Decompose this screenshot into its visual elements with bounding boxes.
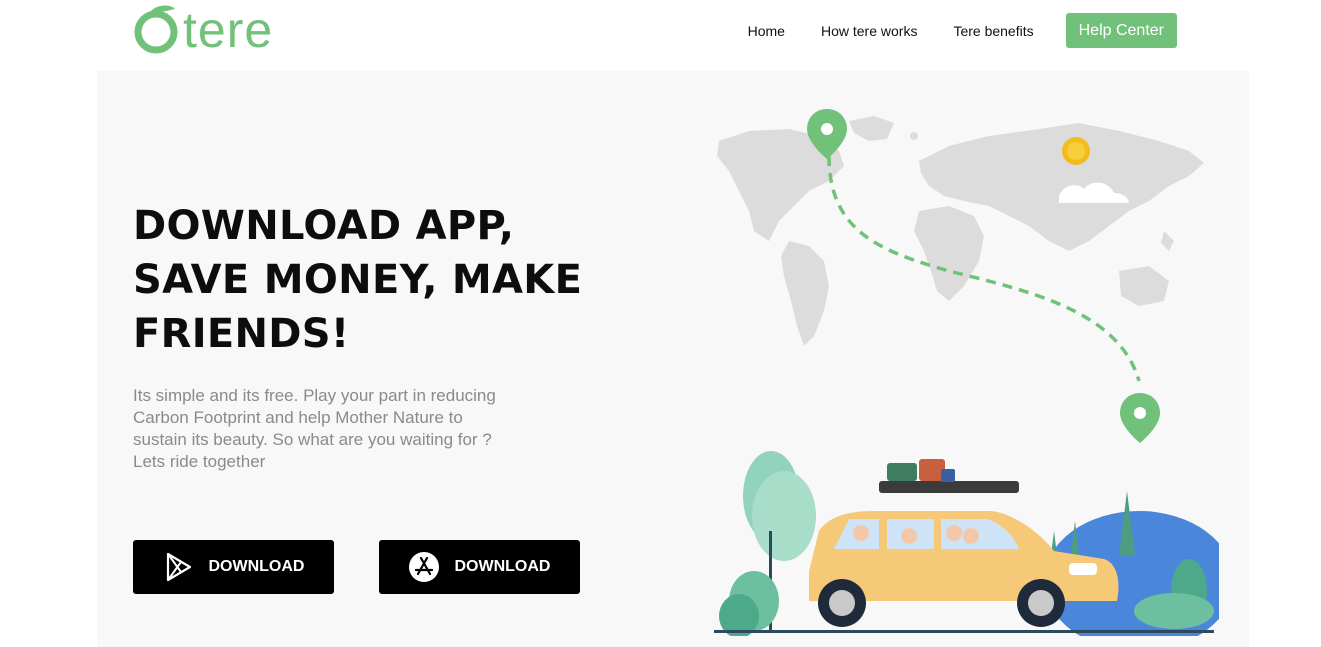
hero-subtitle: Its simple and its free. Play your part … xyxy=(133,385,563,473)
main-nav: Home How tere works Tere benefits Help C… xyxy=(748,13,1177,48)
nav-how-link[interactable]: How tere works xyxy=(821,14,917,48)
headline-line: SAVE MONEY, MAKE xyxy=(133,257,583,303)
download-play-store-button[interactable]: DOWNLOAD xyxy=(133,540,334,594)
download-apple-label: DOWNLOAD xyxy=(454,558,551,575)
circle-leaf-icon xyxy=(134,5,178,54)
site-header: tere Home How tere works Tere benefits H… xyxy=(0,0,1321,70)
subtitle-line: Its simple and its free. Play your part … xyxy=(133,386,496,405)
logo-wordmark: tere xyxy=(183,2,274,58)
help-center-button[interactable]: Help Center xyxy=(1065,13,1177,48)
app-store-icon xyxy=(408,552,439,582)
nav-benefits-link[interactable]: Tere benefits xyxy=(953,14,1033,48)
headline-line: DOWNLOAD APP, xyxy=(133,203,515,249)
hero-headline: DOWNLOAD APP, SAVE MONEY, MAKE FRIENDS! xyxy=(133,199,613,361)
subtitle-line: sustain its beauty. So what are you wait… xyxy=(133,430,492,449)
download-app-store-button[interactable]: DOWNLOAD xyxy=(379,540,580,594)
brand-logo[interactable]: tere xyxy=(133,4,298,56)
ground-line xyxy=(714,630,1214,633)
subtitle-line: Carbon Footprint and help Mother Nature … xyxy=(133,408,463,427)
trees-left xyxy=(719,451,816,636)
play-store-icon xyxy=(163,552,193,582)
sun-icon xyxy=(1062,137,1090,165)
headline-line: FRIENDS! xyxy=(133,311,350,357)
map-pin-end xyxy=(1120,393,1160,443)
subtitle-line: Lets ride together xyxy=(133,452,266,471)
download-play-label: DOWNLOAD xyxy=(208,558,305,575)
travel-illustration xyxy=(714,109,1219,636)
world-map xyxy=(717,116,1204,346)
nav-home-link[interactable]: Home xyxy=(748,14,785,48)
hero-section: DOWNLOAD APP, SAVE MONEY, MAKE FRIENDS! … xyxy=(97,71,1249,647)
